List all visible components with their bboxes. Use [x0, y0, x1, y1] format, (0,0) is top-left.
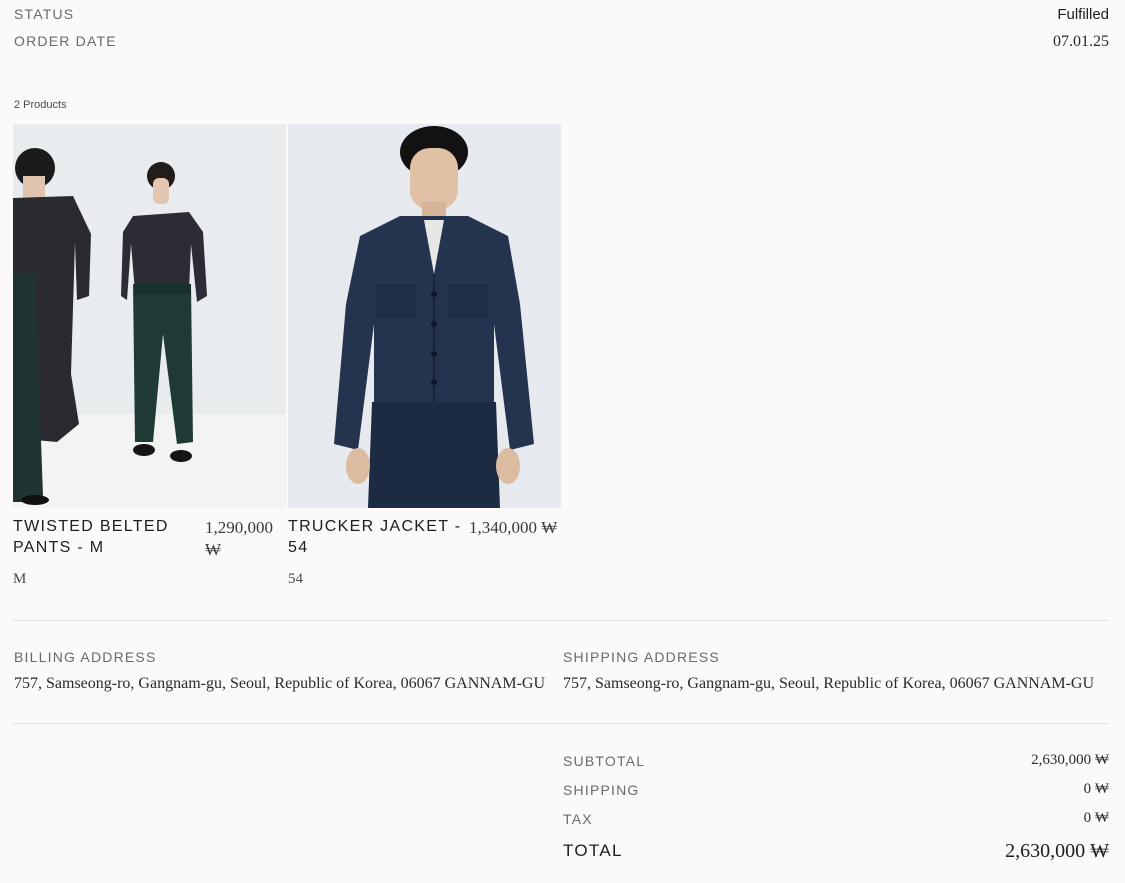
tax-value: 0 ₩ — [1083, 810, 1109, 826]
subtotal-label: SUBTOTAL — [563, 753, 646, 769]
product-card[interactable]: TRUCKER JACKET - 54 1,340,000 ₩ 54 — [288, 124, 561, 587]
status-value: Fulfilled — [1057, 6, 1109, 23]
total-value: 2,630,000 ₩ — [1005, 840, 1109, 862]
product-variant: 54 — [288, 571, 303, 587]
model-photo-denim-jacket — [288, 124, 561, 508]
product-image[interactable] — [13, 124, 286, 508]
divider — [13, 620, 1109, 621]
tax-label: TAX — [563, 811, 593, 827]
billing-address-label: BILLING ADDRESS — [14, 649, 157, 665]
billing-address: 757, Samseong-ro, Gangnam-gu, Seoul, Rep… — [14, 675, 546, 692]
product-name[interactable]: TRUCKER JACKET - 54 — [288, 516, 473, 558]
shipping-address-label: SHIPPING ADDRESS — [563, 649, 720, 665]
subtotal-value: 2,630,000 ₩ — [1031, 752, 1109, 768]
shipping-value: 0 ₩ — [1083, 781, 1109, 797]
order-date-value: 07.01.25 — [1053, 33, 1109, 50]
status-label: STATUS — [14, 6, 75, 22]
product-price: 1,340,000 ₩ — [469, 518, 558, 537]
shipping-address: 757, Samseong-ro, Gangnam-gu, Seoul, Rep… — [563, 675, 1095, 692]
product-variant: M — [13, 571, 27, 587]
product-card[interactable]: TWISTED BELTED PANTS - M 1,290,000 ₩ M — [13, 124, 286, 587]
product-price: 1,290,000 ₩ — [205, 518, 273, 559]
model-photo-black-shirt-green-pants — [13, 124, 286, 508]
product-image[interactable] — [288, 124, 561, 508]
product-count: 2 Products — [14, 99, 67, 111]
total-label: TOTAL — [563, 841, 623, 860]
shipping-label: SHIPPING — [563, 782, 640, 798]
order-date-label: ORDER DATE — [14, 33, 117, 49]
divider — [13, 723, 1109, 724]
product-name[interactable]: TWISTED BELTED PANTS - M — [13, 516, 198, 558]
